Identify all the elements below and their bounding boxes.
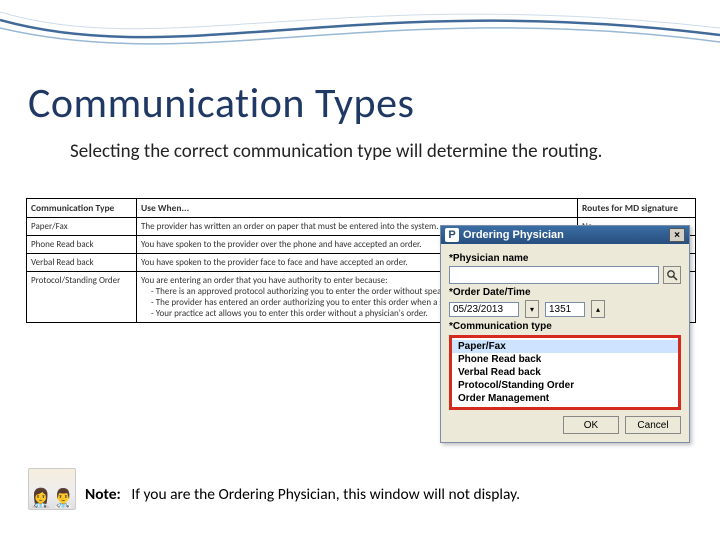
cell-type: Verbal Read back: [27, 254, 137, 272]
time-stepper-icon[interactable]: ▴: [591, 300, 605, 318]
list-item[interactable]: Protocol/Standing Order: [452, 379, 678, 392]
ok-button[interactable]: OK: [563, 416, 619, 434]
list-item[interactable]: Paper/Fax: [452, 340, 678, 353]
list-item[interactable]: Verbal Read back: [452, 366, 678, 379]
cell-type: Protocol/Standing Order: [27, 272, 137, 323]
slide-subtitle: Selecting the correct communication type…: [70, 140, 630, 164]
note-body: If you are the Ordering Physician, this …: [131, 485, 520, 504]
list-item[interactable]: Phone Read back: [452, 353, 678, 366]
order-date-input[interactable]: [449, 302, 519, 317]
window-title: Ordering Physician: [463, 229, 665, 241]
cell-type: Phone Read back: [27, 236, 137, 254]
order-time-input[interactable]: [545, 302, 585, 317]
window-titlebar: P Ordering Physician ×: [441, 226, 689, 244]
order-datetime-label: *Order Date/Time: [449, 287, 681, 298]
physician-name-label: *Physician name: [449, 253, 681, 264]
col-header-type: Communication Type: [27, 199, 137, 218]
app-icon: P: [445, 228, 459, 242]
ordering-physician-window: P Ordering Physician × *Physician name *…: [440, 225, 690, 443]
communication-type-listbox[interactable]: Paper/Fax Phone Read back Verbal Read ba…: [449, 335, 681, 410]
header-swoosh: [0, 0, 720, 80]
physician-name-input[interactable]: [449, 266, 659, 284]
communication-type-label: *Communication type: [449, 321, 681, 332]
col-header-route: Routes for MD signature: [578, 199, 696, 218]
slide-title: Communication Types: [28, 78, 414, 129]
col-header-use: Use When...: [137, 199, 578, 218]
note-image: 👩‍⚕️👨‍⚕️: [28, 468, 76, 510]
close-icon[interactable]: ×: [669, 228, 685, 242]
note-label: Note:: [85, 485, 121, 504]
list-item[interactable]: Order Management: [452, 392, 678, 405]
note-text: Note: If you are the Ordering Physician,…: [85, 485, 520, 504]
date-dropdown-icon[interactable]: ▾: [525, 300, 539, 318]
table-header-row: Communication Type Use When... Routes fo…: [27, 199, 696, 218]
search-icon[interactable]: [663, 266, 681, 284]
cancel-button[interactable]: Cancel: [625, 416, 681, 434]
cell-type: Paper/Fax: [27, 218, 137, 236]
